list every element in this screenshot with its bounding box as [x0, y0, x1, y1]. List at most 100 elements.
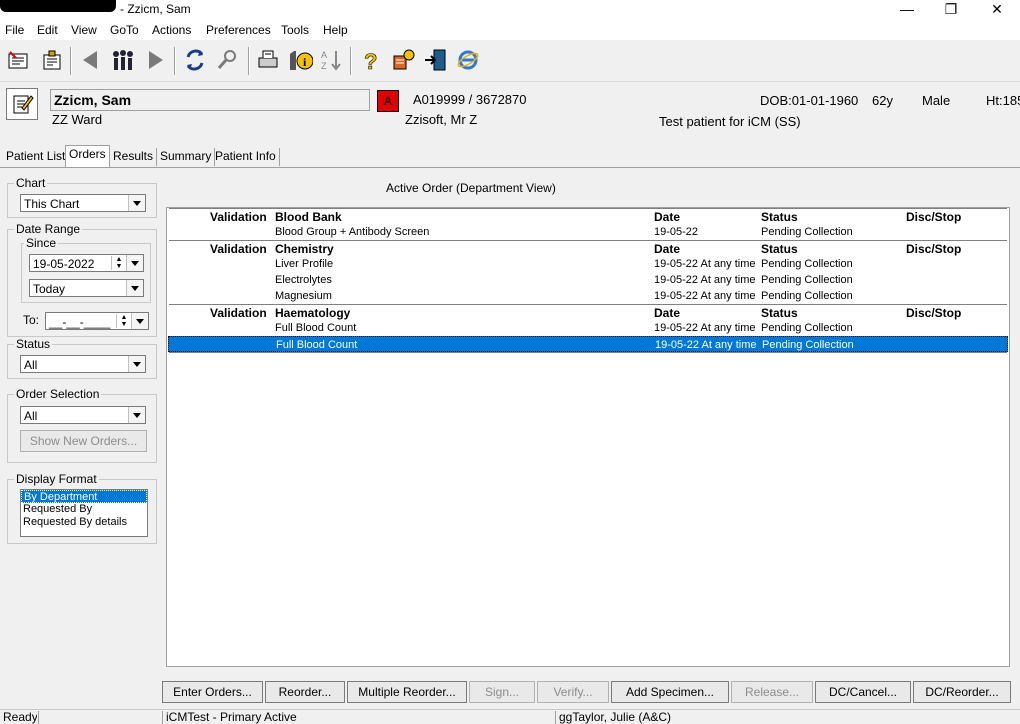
patient-age: 62y — [872, 93, 893, 108]
patient-height: Ht:185 — [986, 93, 1020, 108]
department-header-row: Validation Chemistry Date Status Disc/St… — [169, 240, 1007, 257]
table-row[interactable]: Magnesium 19-05-22 At any time Pending C… — [169, 288, 1007, 304]
list-item[interactable]: Requested By details — [21, 516, 147, 529]
date-spinner-icon[interactable]: ▲ ▼ — [116, 314, 131, 328]
menu-file[interactable]: File — [5, 23, 24, 37]
patient-consultant: Zzisoft, Mr Z — [405, 112, 478, 127]
order-date: 19-05-22 At any time — [654, 322, 756, 334]
print-icon[interactable] — [255, 47, 281, 73]
status-select[interactable]: All — [20, 355, 146, 373]
list-item[interactable]: Requested By — [21, 503, 147, 516]
order-selection-select[interactable]: All — [20, 406, 146, 424]
tab-orders[interactable]: Orders — [65, 145, 110, 167]
svg-text:Z: Z — [321, 61, 327, 71]
menu-view[interactable]: View — [71, 23, 97, 37]
order-date: 19-05-22 At any time — [654, 290, 756, 302]
exit-icon[interactable] — [422, 47, 448, 73]
show-new-orders-button[interactable]: Show New Orders... — [20, 430, 147, 452]
chevron-down-icon[interactable] — [126, 280, 143, 296]
status-session: iCMTest - Primary Active — [162, 711, 554, 724]
chevron-down-icon[interactable] — [128, 195, 145, 211]
department-name: Haematology — [275, 306, 351, 320]
chevron-down-icon[interactable] — [128, 356, 145, 372]
reorder-button[interactable]: Reorder... — [265, 681, 345, 703]
status-header: Status — [761, 210, 798, 224]
order-status: Pending Collection — [761, 274, 853, 286]
table-row-selected[interactable]: Full Blood Count 19-05-22 At any time Pe… — [168, 336, 1008, 352]
order-status: Pending Collection — [761, 322, 853, 334]
edit-patient-icon[interactable] — [6, 88, 38, 120]
status-select-value: All — [24, 358, 38, 372]
menu-tools[interactable]: Tools — [281, 23, 309, 37]
verify-button[interactable]: Verify... — [537, 681, 609, 703]
status-empty-panel — [38, 711, 160, 724]
disc-stop-header: Disc/Stop — [906, 242, 962, 256]
info-icon[interactable]: i — [287, 47, 313, 73]
patients-icon[interactable] — [110, 47, 136, 73]
department-name: Chemistry — [275, 242, 334, 256]
tab-patient-info[interactable]: Patient Info — [212, 148, 280, 166]
disc-stop-header: Disc/Stop — [906, 306, 962, 320]
order-name: Full Blood Count — [276, 339, 358, 351]
date-spinner-icon[interactable]: ▲ ▼ — [111, 256, 126, 270]
status-header: Status — [761, 242, 798, 256]
back-arrow-icon[interactable] — [78, 47, 104, 73]
chevron-down-icon[interactable] — [131, 313, 148, 329]
search-icon[interactable] — [214, 47, 240, 73]
tab-results[interactable]: Results — [110, 148, 158, 166]
tab-summary[interactable]: Summary — [157, 148, 216, 166]
since-date-picker[interactable]: 19-05-2022 ▲ ▼ — [29, 254, 144, 272]
add-specimen-button[interactable]: Add Specimen... — [611, 681, 729, 703]
menu-help[interactable]: Help — [323, 23, 348, 37]
title-bar-glitch — [0, 0, 116, 12]
settings-icon[interactable] — [390, 47, 416, 73]
status-group: Status All — [7, 337, 157, 379]
orders-grid[interactable]: Validation Blood Bank Date Status Disc/S… — [166, 207, 1010, 667]
alert-badge[interactable]: A — [377, 90, 399, 112]
enter-orders-button[interactable]: Enter Orders... — [162, 681, 263, 703]
table-row[interactable]: Electrolytes 19-05-22 At any time Pendin… — [169, 272, 1007, 288]
patient-list-icon[interactable] — [5, 47, 31, 73]
chevron-down-icon[interactable] — [128, 407, 145, 423]
refresh-icon[interactable] — [182, 47, 208, 73]
dc-reorder-button[interactable]: DC/Reorder... — [913, 681, 1011, 703]
patient-chart-icon[interactable] — [39, 47, 65, 73]
table-row[interactable]: Liver Profile 19-05-22 At any time Pendi… — [169, 256, 1007, 272]
menu-edit[interactable]: Edit — [37, 23, 58, 37]
menu-preferences[interactable]: Preferences — [206, 23, 271, 37]
table-row[interactable]: Full Blood Count 19-05-22 At any time Pe… — [169, 320, 1007, 336]
chart-select[interactable]: This Chart — [20, 194, 146, 212]
patient-ids: A019999 / 3672870 — [413, 92, 527, 107]
tab-patient-list[interactable]: Patient List — [3, 148, 70, 166]
to-date-picker[interactable]: __-__-____ ▲ ▼ — [45, 312, 149, 330]
release-button[interactable]: Release... — [731, 681, 813, 703]
order-status: Pending Collection — [761, 226, 853, 238]
sort-icon[interactable]: AZ — [318, 47, 344, 73]
status-bar: Ready iCMTest - Primary Active ggTaylor,… — [0, 709, 1020, 724]
dc-cancel-button[interactable]: DC/Cancel... — [815, 681, 911, 703]
restore-button[interactable]: ❐ — [936, 0, 966, 18]
close-button[interactable]: ✕ — [982, 0, 1012, 18]
chevron-down-icon[interactable] — [126, 255, 143, 271]
internet-explorer-icon[interactable] — [455, 47, 481, 73]
chart-group: Chart This Chart — [7, 176, 157, 218]
list-item[interactable]: By Department — [21, 490, 147, 503]
patient-note: Test patient for iCM (SS) — [659, 114, 801, 129]
help-icon[interactable]: ? — [358, 47, 384, 73]
since-preset-select[interactable]: Today — [29, 279, 144, 297]
multiple-reorder-button[interactable]: Multiple Reorder... — [347, 681, 467, 703]
date-header: Date — [654, 242, 681, 256]
department-header-row: Validation Blood Bank Date Status Disc/S… — [169, 208, 1007, 225]
order-name: Electrolytes — [275, 274, 332, 286]
forward-arrow-icon[interactable] — [142, 47, 168, 73]
menu-goto[interactable]: GoTo — [110, 23, 139, 37]
to-date-value: __-__-____ — [49, 315, 111, 329]
window-title: - Zzicm, Sam — [120, 2, 191, 16]
toolbar: i AZ ? — [0, 41, 1020, 82]
display-format-list[interactable]: By Department Requested By Requested By … — [20, 489, 148, 537]
sign-button[interactable]: Sign... — [469, 681, 535, 703]
minimize-button[interactable]: — — [892, 0, 922, 18]
date-range-label: Date Range — [14, 222, 83, 236]
table-row[interactable]: Blood Group + Antibody Screen 19-05-22 P… — [169, 224, 1007, 240]
menu-actions[interactable]: Actions — [152, 23, 191, 37]
